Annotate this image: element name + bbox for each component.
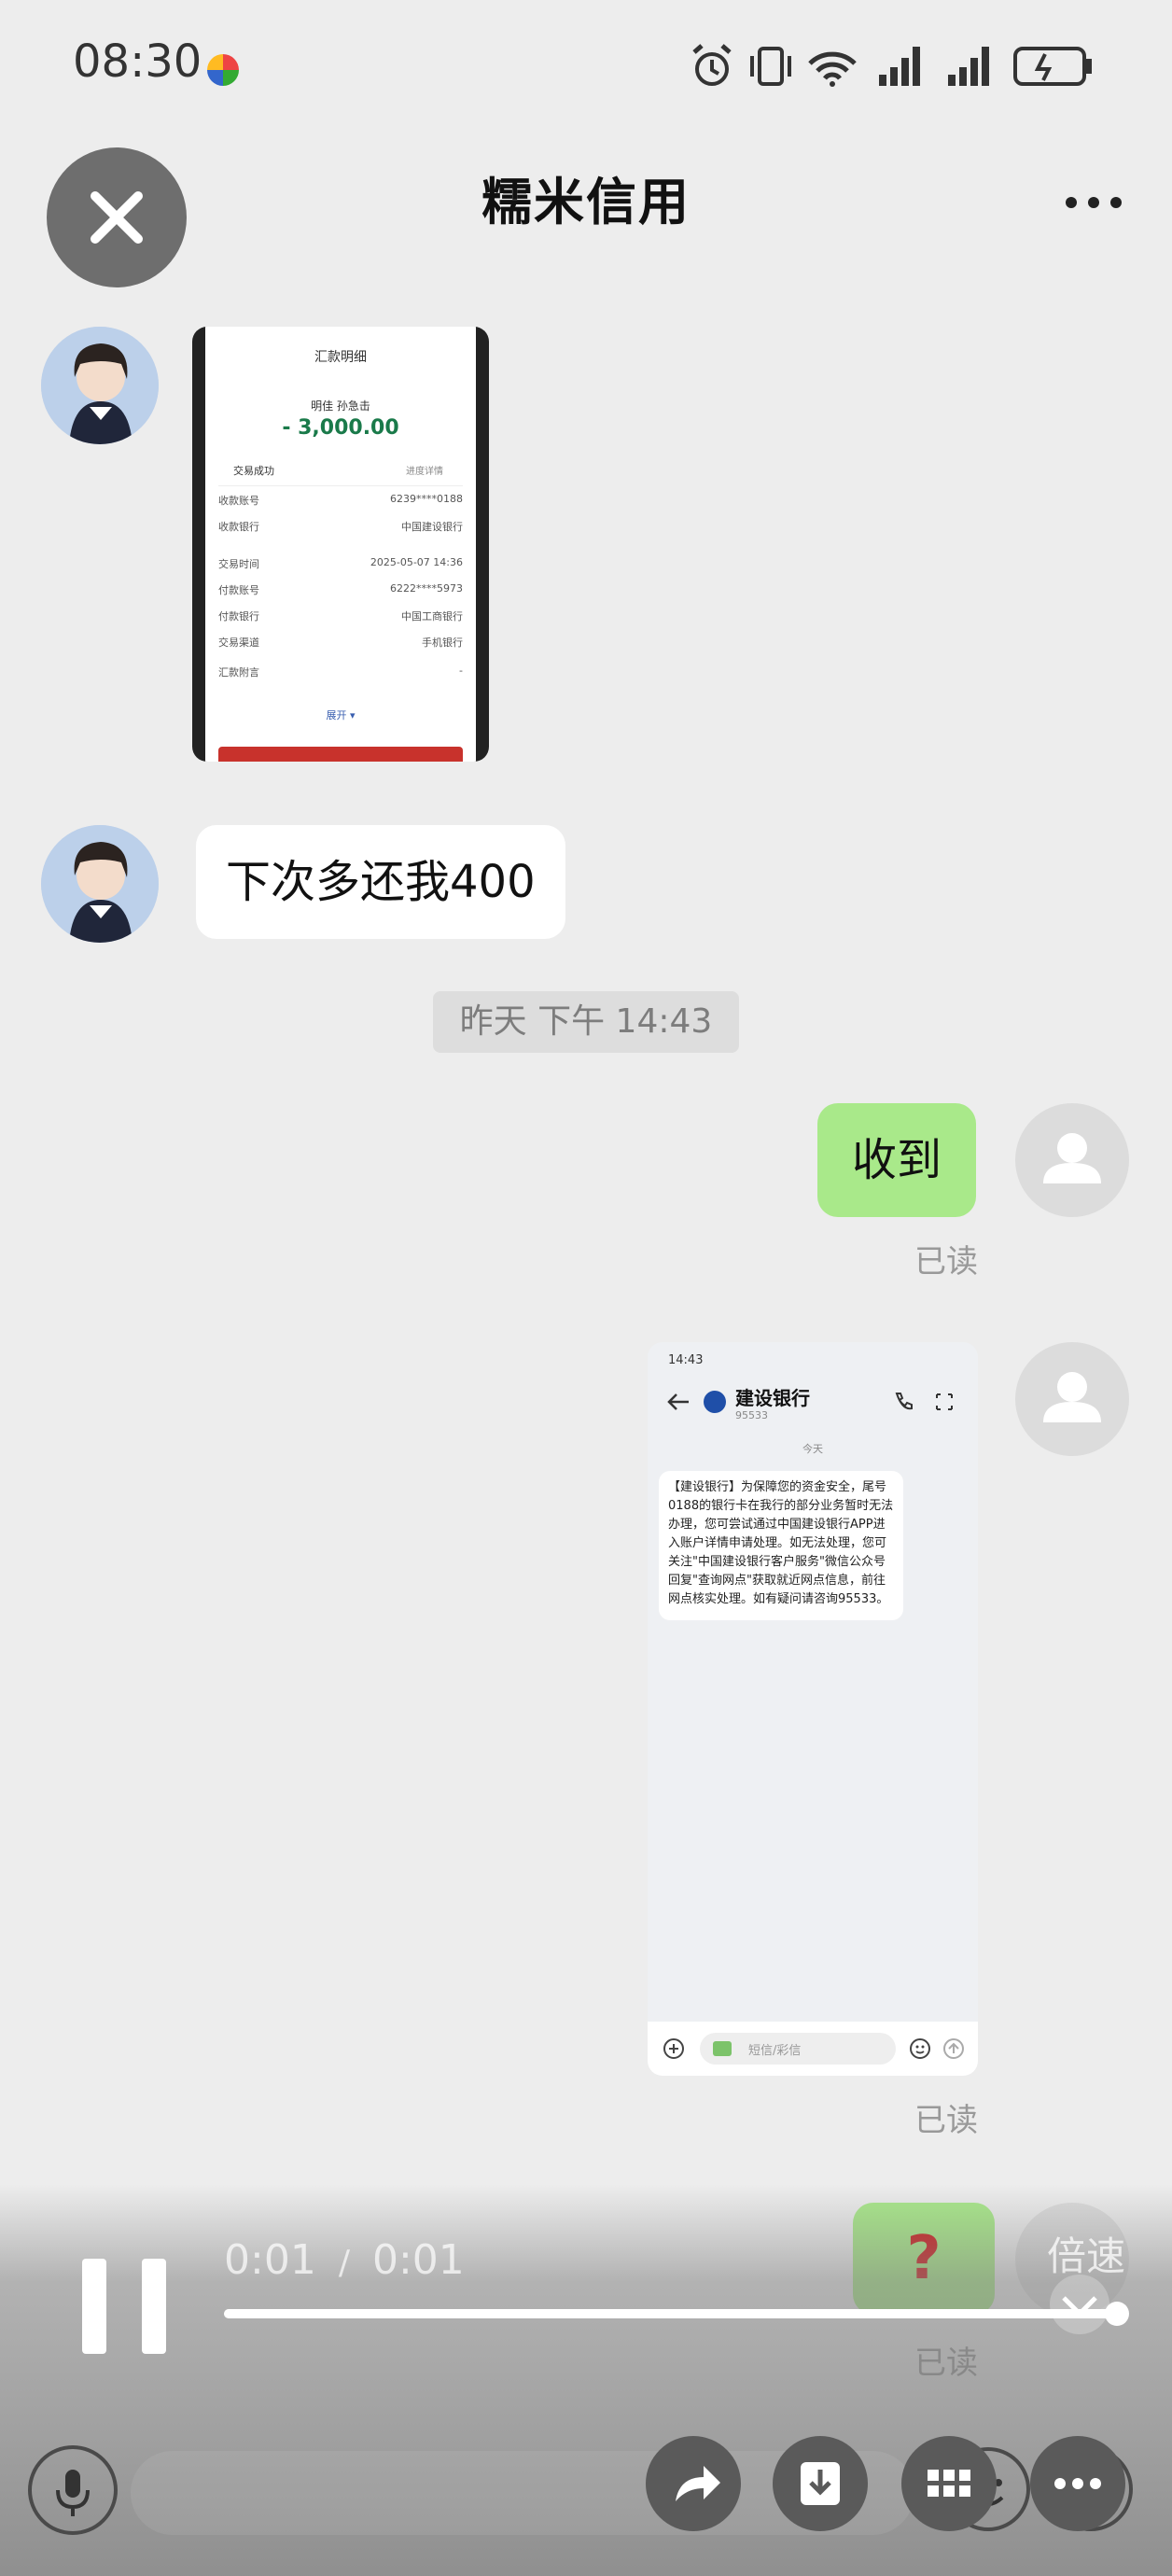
row-value: 手机银行 [422, 637, 463, 649]
shot-expand: 展开 ▾ [326, 709, 356, 721]
row-label: 交易时间 [218, 558, 259, 570]
row-label: 付款银行 [218, 610, 259, 623]
time-separator: / [338, 2244, 350, 2282]
sms-day: 今天 [802, 1443, 823, 1455]
sms-back-icon [667, 1393, 689, 1410]
voice-input-button[interactable] [28, 2445, 118, 2535]
progress-track[interactable] [224, 2309, 1116, 2318]
default-avatar-icon [1043, 1372, 1101, 1422]
time-display: 0:01 / 0:01 [224, 2236, 465, 2284]
sms-body: 【建设银行】为保障您的资金安全，尾号0188的银行卡在我行的部分业务暂时无法办理… [659, 1471, 903, 1620]
read-receipt: 已读 [914, 1243, 978, 1281]
phone-icon [895, 1393, 913, 1410]
my-avatar[interactable] [1015, 1342, 1129, 1456]
grid-icon [928, 2470, 970, 2497]
progress-fill [224, 2309, 1116, 2318]
send-icon [943, 2038, 964, 2059]
row-value: - [459, 665, 463, 677]
row-value: 2025-05-07 14:36 [370, 556, 463, 568]
shot-row: 汇款附言 - [205, 665, 476, 691]
message-timestamp: 昨天 下午 14:43 [433, 991, 739, 1053]
shot-row: 付款账号 6222****5973 [205, 582, 476, 609]
sim-icon [713, 2041, 732, 2056]
ellipsis-icon [1054, 2478, 1101, 2489]
shot-action-bar [218, 747, 463, 762]
emoji-icon [910, 2038, 930, 2059]
row-label: 汇款附言 [218, 666, 259, 679]
more-options-icon[interactable] [1064, 179, 1123, 226]
shot-row: 付款银行 中国工商银行 [205, 609, 476, 635]
alarm-icon [692, 44, 732, 86]
apps-button[interactable] [901, 2436, 997, 2531]
sms-number: 95533 [735, 1409, 768, 1421]
sms-sender: 建设银行 [735, 1387, 810, 1409]
row-value: 6239****0188 [390, 493, 463, 505]
page-title: 糯米信用 [481, 173, 691, 231]
message-bubble-right[interactable]: 收到 [817, 1103, 976, 1217]
status-time: 08:30 [73, 35, 202, 88]
message-bubble-left[interactable]: 下次多还我400 [196, 825, 565, 939]
avatar-photo [41, 825, 159, 943]
pause-icon [82, 2259, 166, 2354]
contact-avatar[interactable] [41, 825, 159, 943]
row-value: 中国建设银行 [401, 521, 463, 533]
sms-input-placeholder: 短信/彩信 [748, 2044, 802, 2058]
avatar-photo [41, 327, 159, 444]
row-label: 收款账号 [218, 495, 259, 507]
row-value: 中国工商银行 [401, 610, 463, 623]
row-value: 6222****5973 [390, 582, 463, 595]
sms-shot-time: 14:43 [668, 1353, 704, 1367]
vibrate-icon [750, 47, 791, 86]
fullscreen-icon [936, 1393, 953, 1410]
signal-icon-1 [879, 47, 920, 86]
shot-tab-title: 汇款明细 [314, 350, 367, 365]
row-label: 付款账号 [218, 584, 259, 596]
bank-logo-icon [704, 1391, 726, 1413]
shot-row: 交易时间 2025-05-07 14:36 [205, 556, 476, 582]
sms-input-bar: 短信/彩信 [648, 2022, 978, 2076]
app-notification-icon [207, 54, 239, 86]
shot-status: 交易成功 [233, 465, 274, 477]
status-bar: 08:30 [0, 0, 1172, 140]
read-receipt: 已读 [914, 2102, 978, 2139]
shot-amount: - 3,000.00 [282, 416, 399, 440]
default-avatar-icon [1043, 1133, 1101, 1183]
download-button[interactable] [773, 2436, 868, 2531]
share-button[interactable] [646, 2436, 741, 2531]
elapsed-time: 0:01 [224, 2236, 316, 2284]
shot-payee: 明佳 孙急击 [311, 399, 370, 413]
my-avatar[interactable] [1015, 1103, 1129, 1217]
row-label: 交易渠道 [218, 637, 259, 649]
divider [218, 485, 463, 486]
contact-avatar[interactable] [41, 327, 159, 444]
transfer-screenshot-image[interactable]: 汇款明细 明佳 孙急击 - 3,000.00 交易成功 进度详情 收款账号 623… [192, 327, 489, 762]
collapse-icon[interactable] [1047, 2272, 1112, 2337]
add-icon [663, 2038, 684, 2059]
wifi-icon [808, 51, 857, 87]
more-actions-button[interactable] [1030, 2436, 1125, 2531]
microphone-icon [56, 2470, 90, 2516]
row-label: 收款银行 [218, 521, 259, 533]
shot-detail-rows: 收款账号 6239****0188 收款银行 中国建设银行 交易时间 2025-05-… [205, 493, 476, 691]
download-icon [801, 2462, 840, 2505]
shot-row: 收款账号 6239****0188 [205, 493, 476, 519]
shot-row: 收款银行 中国建设银行 [205, 519, 476, 556]
sms-input-field: 短信/彩信 [700, 2033, 896, 2065]
shot-row: 交易渠道 手机银行 [205, 635, 476, 665]
shot-details-link: 进度详情 [406, 467, 443, 477]
battery-icon [1013, 47, 1092, 86]
pause-button[interactable] [82, 2259, 166, 2354]
sms-screenshot-image[interactable]: 14:43 建设银行 95533 今天 【建设银行】为保障您的资金安全，尾号01… [648, 1342, 978, 2076]
share-icon [676, 2466, 720, 2501]
duration-time: 0:01 [371, 2236, 465, 2284]
signal-icon-2 [948, 47, 989, 86]
